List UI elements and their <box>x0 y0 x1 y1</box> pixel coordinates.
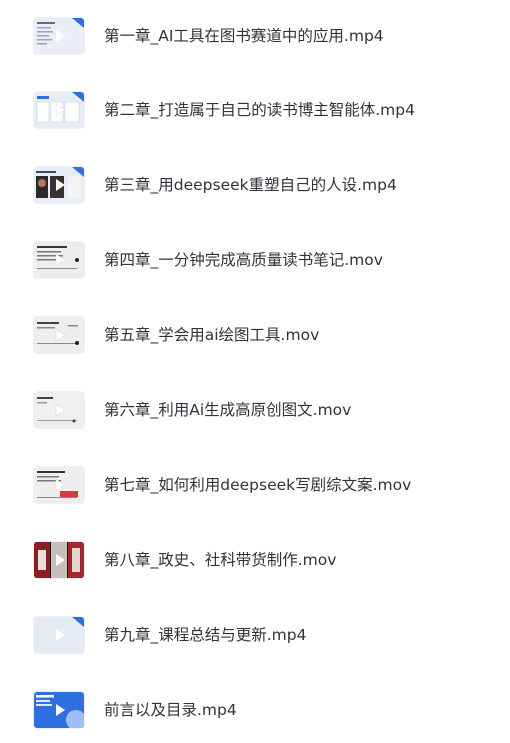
video-thumbnail <box>34 18 84 54</box>
video-thumbnail <box>34 617 84 653</box>
file-row[interactable]: 第五章_学会用ai绘图工具.mov <box>0 305 510 365</box>
video-thumbnail <box>34 92 84 128</box>
file-name: 前言以及目录.mp4 <box>104 701 237 719</box>
file-row[interactable]: 第九章_课程总结与更新.mp4 <box>0 605 510 665</box>
video-thumbnail <box>34 692 84 728</box>
file-name: 第二章_打造属于自己的读书博主智能体.mp4 <box>104 101 415 119</box>
file-row[interactable]: 前言以及目录.mp4 <box>0 680 510 740</box>
file-name: 第六章_利用Ai生成高原创图文.mov <box>104 401 352 419</box>
file-row[interactable]: 第三章_用deepseek重塑自己的人设.mp4 <box>0 155 510 215</box>
video-thumbnail <box>34 467 84 503</box>
file-row[interactable]: 第一章_AI工具在图书赛道中的应用.mp4 <box>0 6 510 66</box>
video-thumbnail <box>34 242 84 278</box>
file-name: 第四章_一分钟完成高质量读书笔记.mov <box>104 251 383 269</box>
file-name: 第五章_学会用ai绘图工具.mov <box>104 326 320 344</box>
file-row[interactable]: 第七章_如何利用deepseek写剧综文案.mov <box>0 455 510 515</box>
file-name: 第三章_用deepseek重塑自己的人设.mp4 <box>104 176 397 194</box>
file-row[interactable]: 第二章_打造属于自己的读书博主智能体.mp4 <box>0 80 510 140</box>
file-row[interactable]: 第八章_政史、社科带货制作.mov <box>0 530 510 590</box>
video-thumbnail <box>34 317 84 353</box>
file-row[interactable]: 第六章_利用Ai生成高原创图文.mov <box>0 380 510 440</box>
file-name: 第一章_AI工具在图书赛道中的应用.mp4 <box>104 27 384 45</box>
video-thumbnail <box>34 392 84 428</box>
file-name: 第九章_课程总结与更新.mp4 <box>104 626 307 644</box>
file-list: 第一章_AI工具在图书赛道中的应用.mp4 第二章_打造属于自己的读书博主智能体… <box>0 0 510 743</box>
file-name: 第八章_政史、社科带货制作.mov <box>104 551 337 569</box>
video-thumbnail <box>34 542 84 578</box>
video-thumbnail <box>34 167 84 203</box>
file-row[interactable]: 第四章_一分钟完成高质量读书笔记.mov <box>0 230 510 290</box>
file-name: 第七章_如何利用deepseek写剧综文案.mov <box>104 476 412 494</box>
